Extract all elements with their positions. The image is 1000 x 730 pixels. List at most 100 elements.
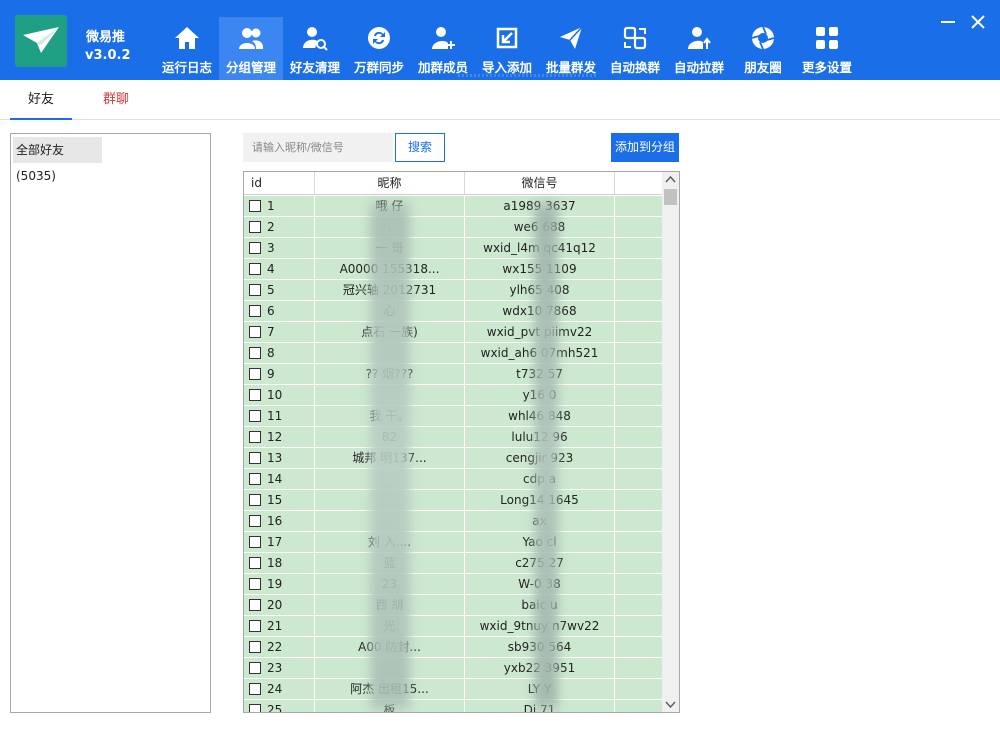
- table-row[interactable]: 7 点石 一族) wxid_pvt piimv22: [244, 322, 662, 343]
- row-checkbox[interactable]: [249, 557, 261, 569]
- cell-wxid: a1989 3637: [465, 196, 615, 216]
- row-checkbox[interactable]: [249, 683, 261, 695]
- user-add-icon: [432, 27, 455, 49]
- row-checkbox[interactable]: [249, 494, 261, 506]
- row-checkbox[interactable]: [249, 662, 261, 674]
- cell-wxid: wxid_ah6 07mh521: [465, 343, 615, 363]
- table-row[interactable]: 9 ?? 烟??? t732 57: [244, 364, 662, 385]
- row-checkbox[interactable]: [249, 515, 261, 527]
- nav-label: 分组管理: [225, 60, 276, 75]
- nav-group-sync[interactable]: 万群同步: [347, 17, 411, 80]
- table-row[interactable]: 22 A00 防封... sb930 564: [244, 637, 662, 658]
- cell-id: 3: [244, 238, 315, 258]
- minimize-icon[interactable]: [938, 12, 958, 32]
- scroll-up-icon[interactable]: [662, 172, 679, 188]
- cell-id: 5: [244, 280, 315, 300]
- cell-nickname: .: [315, 217, 465, 237]
- app-version: v3.0.2: [85, 48, 131, 63]
- nav-auto-pull-group[interactable]: 自动拉群: [667, 17, 731, 80]
- row-checkbox[interactable]: [249, 347, 261, 359]
- scrollbar-thumb[interactable]: [664, 189, 677, 205]
- nav-label: 自动拉群: [673, 60, 724, 75]
- nav-import-add[interactable]: 导入添加: [475, 17, 539, 80]
- row-checkbox[interactable]: [249, 473, 261, 485]
- table-row[interactable]: 19 23 W-0 38: [244, 574, 662, 595]
- row-checkbox[interactable]: [249, 704, 261, 712]
- table-row[interactable]: 14 cdp a: [244, 469, 662, 490]
- nav-run-log[interactable]: 运行日志: [155, 17, 219, 80]
- table-row[interactable]: 16 ax: [244, 511, 662, 532]
- row-checkbox[interactable]: [249, 200, 261, 212]
- table-row[interactable]: 1 哦 仔 a1989 3637: [244, 196, 662, 217]
- search-input[interactable]: [243, 133, 393, 162]
- table-row[interactable]: 20 西 胡 baic u: [244, 595, 662, 616]
- cell-id: 18: [244, 553, 315, 573]
- table-row[interactable]: 18 蓝 c275 27: [244, 553, 662, 574]
- tab-friends[interactable]: 好友: [10, 80, 72, 120]
- table-row[interactable]: 21 光 wxid_9tnuy n7wv22: [244, 616, 662, 637]
- table-row[interactable]: 15 Long14 1645: [244, 490, 662, 511]
- row-checkbox[interactable]: [249, 599, 261, 611]
- cell-nickname: 光: [315, 616, 465, 636]
- table-row[interactable]: 25 板 Di 71: [244, 700, 662, 712]
- row-checkbox[interactable]: [249, 221, 261, 233]
- row-checkbox[interactable]: [249, 305, 261, 317]
- nav-moments[interactable]: 朋友圈: [731, 17, 795, 80]
- table-row[interactable]: 3 一 哥 wxid_l4m qc41q12: [244, 238, 662, 259]
- table-row[interactable]: 6 心 wdx10 7868: [244, 301, 662, 322]
- add-to-group-button[interactable]: 添加到分组: [611, 133, 679, 162]
- row-checkbox[interactable]: [249, 452, 261, 464]
- nav-bulk-send[interactable]: 批量群发: [539, 17, 603, 80]
- table-row[interactable]: 23 yxb22 3951: [244, 658, 662, 679]
- row-checkbox[interactable]: [249, 389, 261, 401]
- table-row[interactable]: 13 城邦 明137... cengjir 923: [244, 448, 662, 469]
- table-row[interactable]: 17 刘 入.... Yao cl: [244, 532, 662, 553]
- row-checkbox[interactable]: [249, 263, 261, 275]
- table-row[interactable]: 5 冠兴轴 2012731 ylh65 408: [244, 280, 662, 301]
- cell-wxid: t732 57: [465, 364, 615, 384]
- row-id: 10: [267, 388, 283, 402]
- row-checkbox[interactable]: [249, 410, 261, 422]
- row-checkbox[interactable]: [249, 326, 261, 338]
- search-button[interactable]: 搜索: [395, 133, 445, 162]
- table-row[interactable]: 2. we6 688: [244, 217, 662, 238]
- tab-bar: 好友 群聊: [0, 80, 1000, 120]
- table-row[interactable]: 4 A0000 155318... wx155 1109: [244, 259, 662, 280]
- row-checkbox[interactable]: [249, 368, 261, 380]
- scroll-down-icon[interactable]: [662, 696, 679, 712]
- tab-groups[interactable]: 群聊: [85, 80, 147, 120]
- row-checkbox[interactable]: [249, 641, 261, 653]
- row-checkbox[interactable]: [249, 431, 261, 443]
- row-id: 14: [267, 472, 283, 486]
- cell-wxid: whl46 848: [465, 406, 615, 426]
- nav-more-settings[interactable]: 更多设置: [795, 17, 859, 80]
- row-checkbox[interactable]: [249, 284, 261, 296]
- cell-id: 2: [244, 217, 315, 237]
- close-icon[interactable]: [968, 12, 988, 32]
- cell-id: 21: [244, 616, 315, 636]
- table-row[interactable]: 11 我 干。 whl46 848: [244, 406, 662, 427]
- row-checkbox[interactable]: [249, 536, 261, 548]
- header-decoration: [458, 74, 598, 77]
- nav-auto-switch-group[interactable]: 自动换群: [603, 17, 667, 80]
- nav-group-management[interactable]: 分组管理: [219, 17, 283, 80]
- table-row[interactable]: 24 阿杰 出租15... LY Y: [244, 679, 662, 700]
- table-row[interactable]: 10 y16 0: [244, 385, 662, 406]
- table-row[interactable]: 8 wxid_ah6 07mh521: [244, 343, 662, 364]
- row-id: 20: [267, 598, 283, 612]
- row-checkbox[interactable]: [249, 578, 261, 590]
- row-id: 18: [267, 556, 283, 570]
- group-item-all-friends[interactable]: 全部好友(5035): [13, 137, 102, 183]
- row-id: 1: [267, 199, 275, 213]
- vertical-scrollbar[interactable]: [662, 172, 679, 712]
- nav-add-group-members[interactable]: 加群成员: [411, 17, 475, 80]
- cell-nickname: 城邦 明137...: [315, 448, 465, 468]
- row-checkbox[interactable]: [249, 620, 261, 632]
- cell-wxid: y16 0: [465, 385, 615, 405]
- table-row[interactable]: 12 82 lulu12 96: [244, 427, 662, 448]
- row-checkbox[interactable]: [249, 242, 261, 254]
- cell-id: 13: [244, 448, 315, 468]
- cell-nickname: 一 哥: [315, 238, 465, 258]
- nav-label: 朋友圈: [744, 60, 782, 75]
- nav-friend-cleanup[interactable]: 好友清理: [283, 17, 347, 80]
